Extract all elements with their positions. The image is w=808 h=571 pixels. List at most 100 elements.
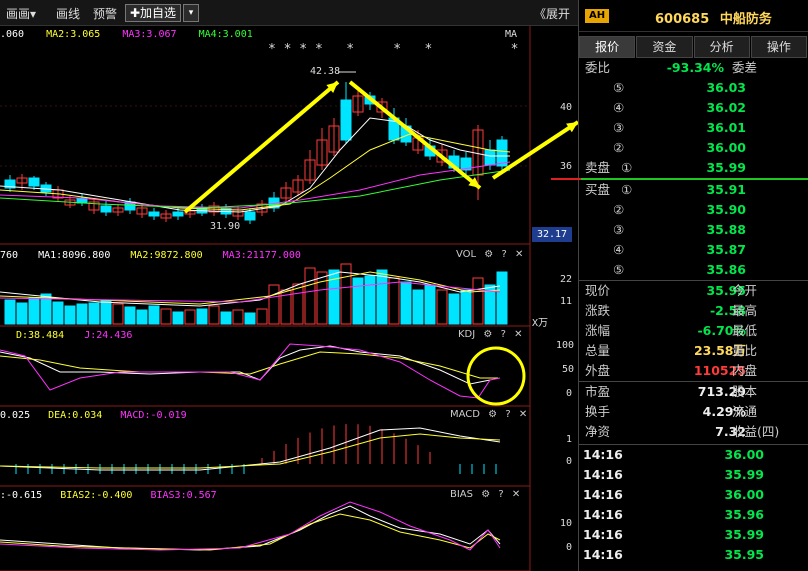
volume-bar [28, 297, 40, 325]
bid-row[interactable]: 买盘 ① 35.91 [579, 180, 808, 200]
kdj-d: D:38.484 [16, 330, 65, 341]
macd-help-icon[interactable]: ? [505, 409, 510, 420]
tab-quote[interactable]: 报价 [579, 36, 636, 58]
volume-bar [196, 308, 208, 325]
candle-body [100, 205, 112, 213]
bid-level: ② [613, 202, 625, 217]
volume-bar [364, 275, 376, 325]
kline-chart-area[interactable]: 画画▾ 画线 预警 ✚加自选 ▾ 《展开 .060 MA2:3.065 MA3:… [0, 0, 578, 571]
stat-label-2: 内盘 [732, 363, 758, 378]
stat-row: 总量 23.58万 量比 [579, 341, 808, 361]
ask-row[interactable]: ④ 36.02 [579, 98, 808, 118]
candle-body [496, 139, 508, 167]
kline-chart-canvas[interactable] [0, 0, 578, 571]
ah-badge[interactable]: AH [585, 9, 610, 23]
tab-trade[interactable]: 操作 [750, 36, 807, 58]
macd-value: MACD:-0.019 [120, 410, 187, 421]
weicha-label: 委差 [732, 60, 758, 75]
tab-funds[interactable]: 资金 [636, 36, 693, 58]
bid-price: 35.87 [706, 242, 746, 257]
ask-row[interactable]: 卖盘 ① 35.99 [579, 158, 808, 178]
volume-bar [148, 305, 160, 325]
vol-gear-icon[interactable]: ⚙ [484, 249, 493, 260]
volume-bar [220, 311, 232, 325]
tick-price: 36.00 [724, 487, 764, 502]
tick-row: 14:16 35.99 [579, 465, 808, 485]
bias-legend: :-0.615 BIAS2:-0.400 BIAS3:0.567 [0, 490, 217, 501]
fundamental-stats: 市盈 713.29 股本 换手 4.29% 流通 净资 7.32 收益(四) [579, 382, 808, 442]
kdj-highlight-circle [466, 346, 526, 406]
quote-panel: AH 600685 中船防务 报价 资金 分析 操作 委比 -93.34% 委差… [551, 0, 808, 571]
volume-bar [64, 305, 76, 325]
bias1-value: :-0.615 [0, 490, 43, 501]
expand-panel-button[interactable]: 《展开 [534, 5, 570, 22]
volume-bar [4, 299, 16, 325]
stat-label-2: 最低 [732, 323, 758, 338]
ma4-line [0, 169, 511, 209]
stock-header: AH 600685 中船防务 [579, 0, 808, 32]
kdj-help-icon[interactable]: ? [501, 329, 506, 340]
bid-row[interactable]: ④ 35.87 [579, 240, 808, 260]
vol-close-icon[interactable]: ✕ [515, 249, 523, 260]
ask-price: 36.02 [706, 100, 746, 115]
volume-bar [256, 308, 268, 325]
kdj-close-icon[interactable]: ✕ [514, 329, 522, 340]
draw-line-button[interactable]: 画线 [56, 5, 80, 22]
volume-bar [184, 309, 196, 325]
draw-menu-button[interactable]: 画画▾ [6, 5, 36, 22]
ask-level: ⑤ [613, 80, 625, 95]
ask-label: 卖盘 [585, 160, 611, 175]
bid-row[interactable]: ⑤ 35.86 [579, 260, 808, 280]
stock-title: 600685 中船防务 [655, 8, 772, 27]
bid-row[interactable]: ③ 35.88 [579, 220, 808, 240]
fundamental-label: 净资 [585, 424, 611, 439]
ask-row[interactable]: ③ 36.01 [579, 118, 808, 138]
tick-row: 14:16 35.96 [579, 505, 808, 525]
tick-list[interactable]: 14:16 36.00 14:16 35.99 14:16 36.00 14:1… [579, 445, 808, 565]
bid-price: 35.88 [706, 222, 746, 237]
ask-row[interactable]: ⑤ 36.03 [579, 78, 808, 98]
chart-toolbar: 画画▾ 画线 预警 ✚加自选 ▾ 《展开 [0, 0, 578, 26]
alert-button[interactable]: 预警 [93, 5, 117, 22]
stat-row: 涨跌 -2.58 最高 [579, 301, 808, 321]
bias-close-icon[interactable]: ✕ [512, 489, 520, 500]
signal-stars: * * * * * * * * [268, 42, 519, 57]
stock-code: 600685 [655, 12, 710, 27]
ma-tag: MA [505, 29, 518, 40]
macd-close-icon[interactable]: ✕ [519, 409, 527, 420]
bid-price: 35.91 [706, 182, 746, 197]
kdj-j: J:24.436 [84, 330, 133, 341]
fundamental-label-2: 流通 [732, 404, 758, 419]
kdj-legend: D:38.484 J:24.436 [0, 330, 132, 341]
kdj-gear-icon[interactable]: ⚙ [483, 329, 492, 340]
candle-body [148, 211, 160, 217]
stat-label-2: 今开 [732, 283, 758, 298]
add-watchlist-dropdown[interactable]: ▾ [183, 4, 199, 22]
fundamental-label: 换手 [585, 404, 611, 419]
bias-help-icon[interactable]: ? [498, 489, 503, 500]
fundamental-label-2: 股本 [732, 384, 758, 399]
stock-name: 中船防务 [719, 12, 772, 27]
ma1-value: .060 [0, 29, 25, 40]
tick-price: 35.99 [724, 527, 764, 542]
price-axis-tick: 40 [560, 102, 573, 113]
bias-gear-icon[interactable]: ⚙ [481, 489, 490, 500]
add-watchlist-button[interactable]: ✚加自选 [125, 4, 182, 22]
vol-help-icon[interactable]: ? [501, 249, 506, 260]
bias-axis-tick: 10 [560, 518, 573, 529]
weibi-value: -93.34% [666, 60, 724, 75]
bid-row[interactable]: ② 35.90 [579, 200, 808, 220]
bias-panel-controls: BIAS ⚙ ? ✕ [450, 489, 520, 500]
macd-panel-controls: MACD ⚙ ? ✕ [450, 409, 527, 420]
volume-bar [316, 271, 328, 325]
ask-price: 36.03 [706, 80, 746, 95]
ma3-value: MA3:3.067 [122, 29, 177, 40]
vol-ma1: MA1:8096.800 [38, 250, 111, 261]
macd-gear-icon[interactable]: ⚙ [488, 409, 497, 420]
tab-analysis[interactable]: 分析 [693, 36, 750, 58]
vol-ma2: MA2:9872.800 [130, 250, 203, 261]
ask-row[interactable]: ② 36.00 [579, 138, 808, 158]
ask-level: ② [613, 140, 625, 155]
trend-arrow-line [348, 80, 482, 190]
ma-legend: .060 MA2:3.065 MA3:3.067 MA4:3.001 [0, 29, 253, 40]
